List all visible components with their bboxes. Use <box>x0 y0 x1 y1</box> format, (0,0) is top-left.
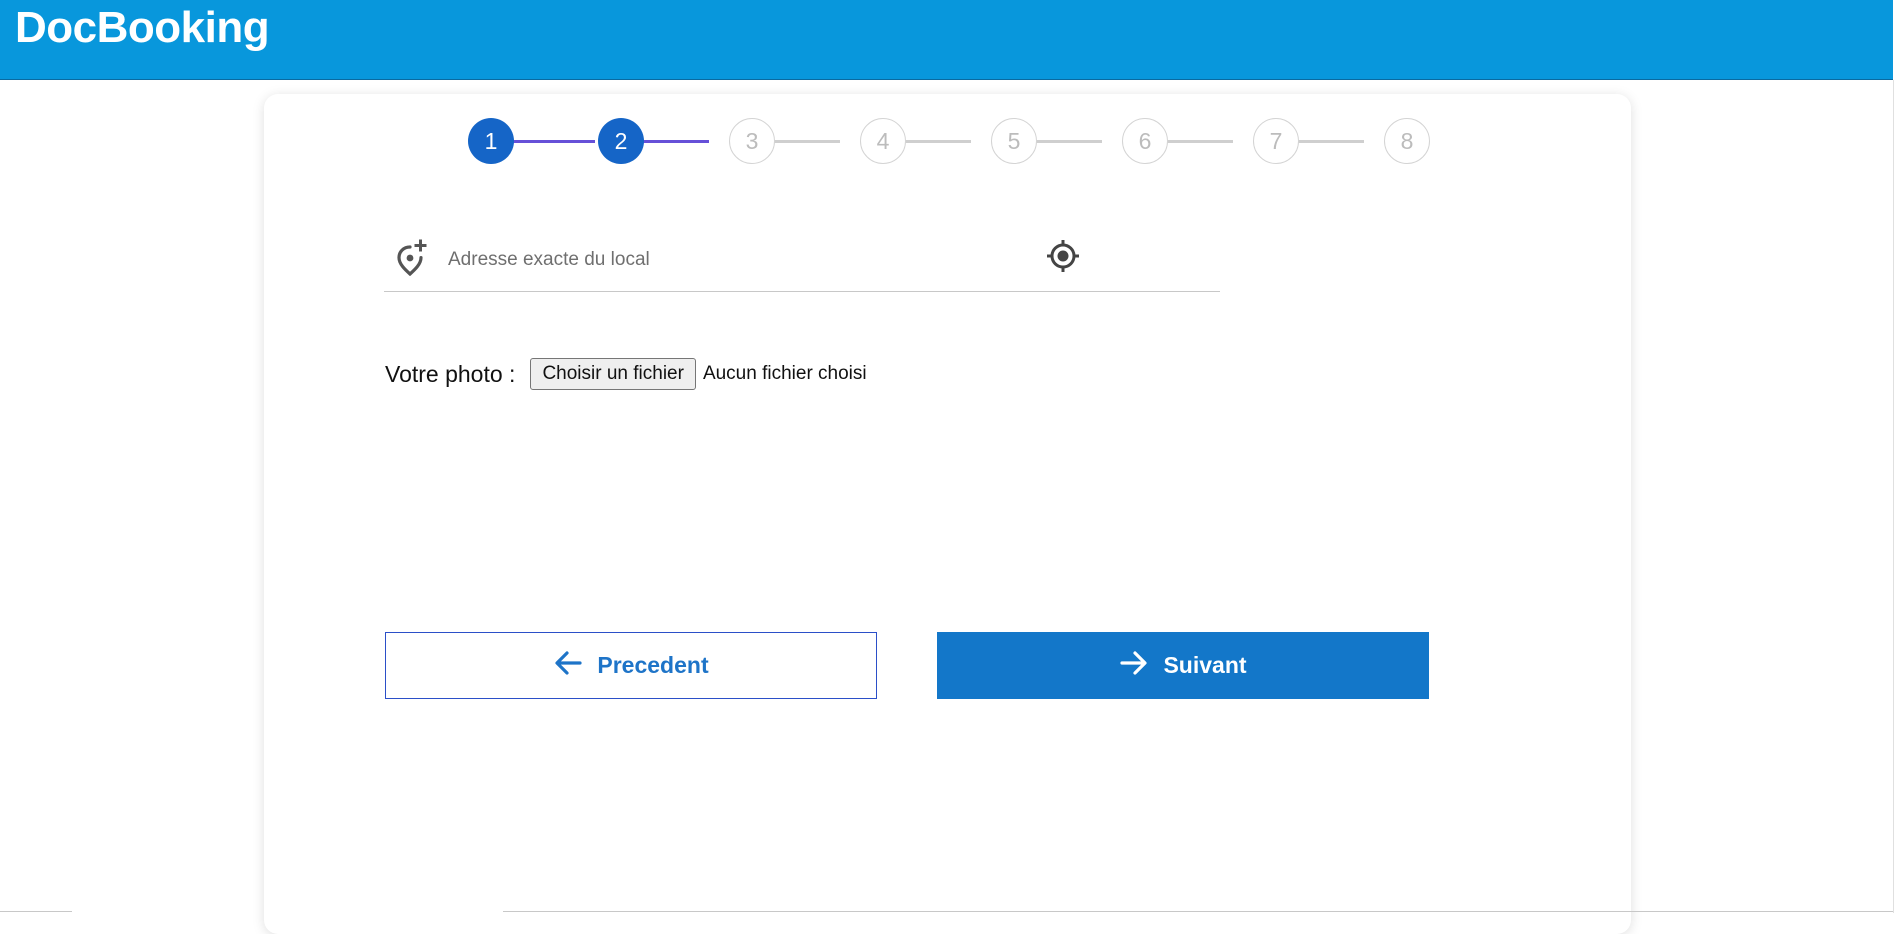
previous-button[interactable]: Precedent <box>385 632 877 699</box>
address-input[interactable] <box>448 242 1008 278</box>
choose-file-button[interactable]: Choisir un fichier <box>530 358 696 390</box>
previous-button-label: Precedent <box>597 652 709 678</box>
next-button-label: Suivant <box>1163 652 1247 678</box>
my-location-icon[interactable] <box>1045 238 1081 274</box>
step-4[interactable]: 4 <box>860 118 906 164</box>
add-location-icon <box>394 238 428 277</box>
step-2[interactable]: 2 <box>598 118 644 164</box>
footer-divider-left <box>0 911 72 912</box>
step-6[interactable]: 6 <box>1122 118 1168 164</box>
brand-logo-text[interactable]: DocBooking <box>15 3 270 53</box>
next-button[interactable]: Suivant <box>937 632 1429 699</box>
app-header: DocBooking <box>0 0 1893 80</box>
step-3[interactable]: 3 <box>729 118 775 164</box>
photo-upload-row: Votre photo : Choisir un fichier Aucun f… <box>385 354 867 394</box>
progress-stepper: 1 2 3 4 5 6 7 8 <box>264 94 1631 194</box>
photo-label: Votre photo : <box>385 360 516 387</box>
file-status-text: Aucun fichier choisi <box>702 363 867 384</box>
step-7[interactable]: 7 <box>1253 118 1299 164</box>
arrow-right-icon <box>1119 649 1163 683</box>
arrow-left-icon <box>553 649 597 683</box>
page-scroll-edge <box>1893 80 1894 913</box>
step-8[interactable]: 8 <box>1384 118 1430 164</box>
footer-divider-right <box>503 911 1893 912</box>
step-1[interactable]: 1 <box>468 118 514 164</box>
step-5[interactable]: 5 <box>991 118 1037 164</box>
address-field <box>384 224 1220 292</box>
booking-form-card: 1 2 3 4 5 6 7 8 Votre pho <box>264 94 1631 934</box>
